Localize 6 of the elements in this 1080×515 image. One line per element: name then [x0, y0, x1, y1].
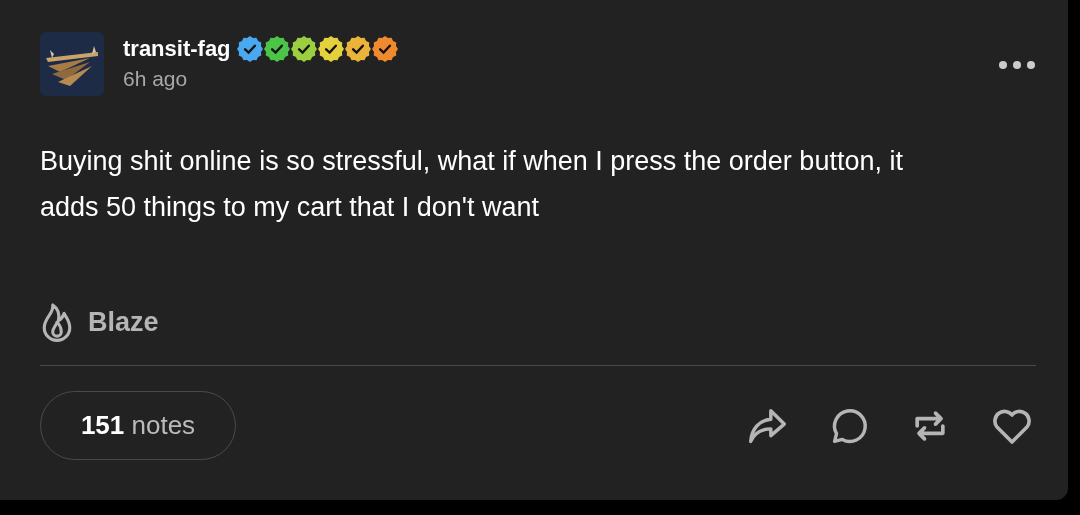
more-options-icon[interactable] — [998, 60, 1036, 70]
post-time: 6h ago — [123, 67, 189, 91]
blaze-button[interactable]: Blaze — [40, 302, 159, 342]
blog-name[interactable]: transit-fag — [123, 36, 231, 62]
post-text: Buying shit online is so stressful, what if when I press the order button, it adds 50 things to my cart that I don't want — [40, 145, 904, 224]
flame-icon — [40, 302, 74, 342]
